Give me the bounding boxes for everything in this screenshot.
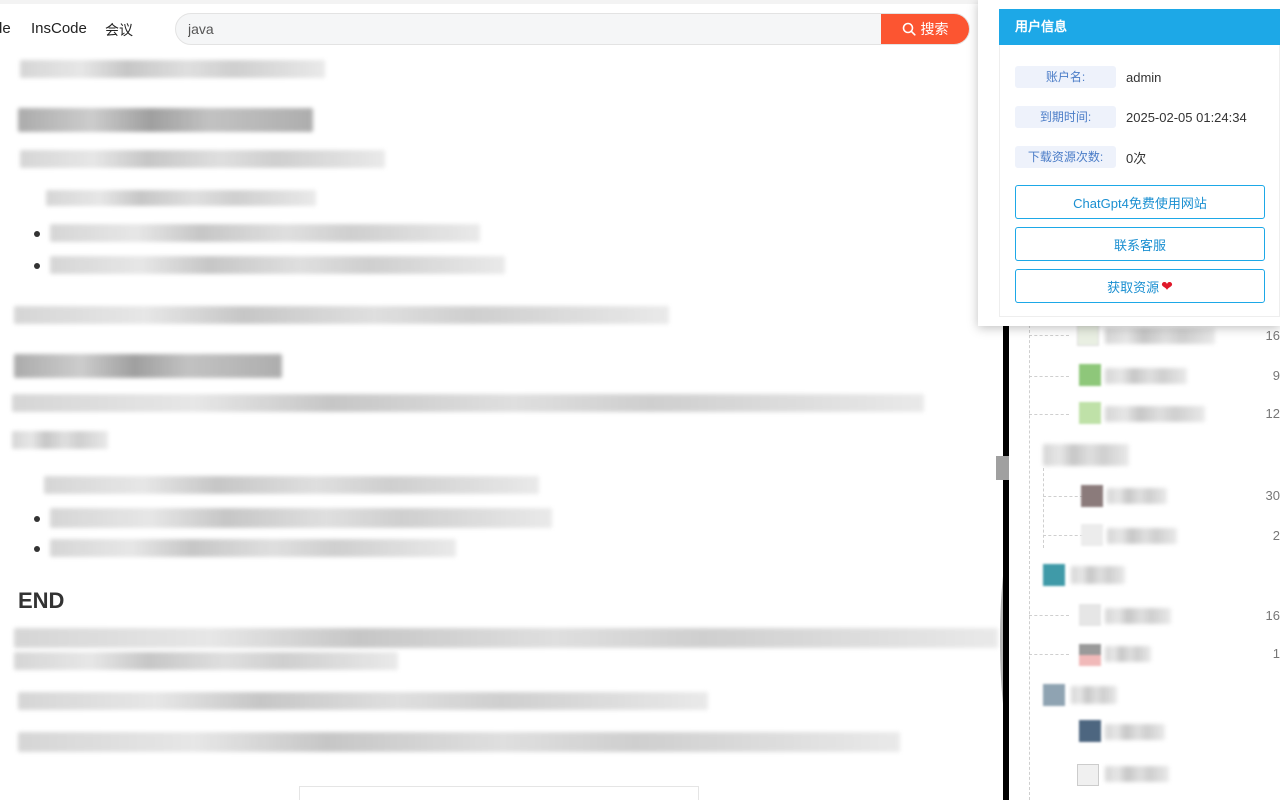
bullet <box>34 231 40 237</box>
item-count: 30 <box>1265 488 1280 503</box>
blurred-text <box>46 190 316 206</box>
blurred-text <box>14 652 398 670</box>
resource-sidebar: 16 9 12 30 2 16 1 <box>1009 320 1280 800</box>
item-count: 2 <box>1272 528 1280 543</box>
blurred-text <box>14 306 669 324</box>
item-thumbnail <box>1081 524 1103 546</box>
get-resource-label: 获取资源 <box>1107 279 1160 295</box>
search-icon <box>902 22 916 36</box>
expiry-label: 到期时间: <box>1015 106 1116 128</box>
search-bar: 搜索 <box>175 13 970 45</box>
info-row-downloads: 下载资源次数: 0次 <box>1015 146 1146 168</box>
search-button-label: 搜索 <box>920 21 949 37</box>
blurred-text <box>14 628 998 648</box>
blurred-text <box>1071 686 1117 704</box>
blurred-text <box>12 394 924 412</box>
collapse-icon[interactable] <box>1077 764 1099 786</box>
blurred-text <box>1105 724 1165 740</box>
nav-link-inscode[interactable]: InsCode <box>31 20 87 37</box>
bullet <box>34 263 40 269</box>
tree-branch <box>1043 535 1083 536</box>
account-label: 账户名: <box>1015 66 1116 88</box>
item-count: 12 <box>1265 406 1280 421</box>
contact-service-button[interactable]: 联系客服 <box>1015 227 1265 261</box>
item-thumbnail <box>1043 564 1065 586</box>
tree-branch <box>1029 335 1069 336</box>
nav-link-cut[interactable]: de <box>0 20 11 37</box>
panel-body: 账户名: admin 到期时间: 2025-02-05 01:24:34 下载资… <box>999 45 1280 317</box>
search-input[interactable] <box>176 14 883 44</box>
info-row-account: 账户名: admin <box>1015 66 1161 88</box>
blurred-text <box>20 60 325 78</box>
item-count: 16 <box>1265 328 1280 343</box>
article-content: END <box>0 56 1000 800</box>
nav-link-meeting[interactable]: 会议 <box>105 20 133 40</box>
blurred-text <box>1105 766 1169 782</box>
item-count: 1 <box>1272 646 1280 661</box>
downloads-label: 下载资源次数: <box>1015 146 1116 168</box>
blurred-text <box>1105 406 1205 422</box>
blurred-text <box>1071 566 1125 584</box>
chatgpt-button[interactable]: ChatGpt4免费使用网站 <box>1015 185 1265 219</box>
item-thumbnail <box>1079 364 1101 386</box>
top-navigation: de InsCode 会议 搜索 <box>0 0 1000 56</box>
item-count: 9 <box>1272 368 1280 383</box>
tree-branch <box>1043 496 1083 497</box>
item-thumbnail <box>1079 644 1101 666</box>
item-thumbnail <box>1081 485 1103 507</box>
tree-branch <box>1029 376 1069 377</box>
blurred-text <box>12 431 108 449</box>
item-thumbnail <box>1079 720 1101 742</box>
blurred-text <box>50 256 505 274</box>
blurred-text <box>1107 488 1167 504</box>
tree-branch <box>1029 654 1069 655</box>
expiry-value: 2025-02-05 01:24:34 <box>1126 109 1247 125</box>
bullet <box>34 516 40 522</box>
blurred-text <box>18 732 900 752</box>
item-thumbnail <box>1077 324 1099 346</box>
comment-card <box>299 786 699 800</box>
blurred-text <box>50 508 552 528</box>
blurred-text <box>1105 646 1151 662</box>
heart-icon: ❤ <box>1161 277 1173 294</box>
tree-branch <box>1029 615 1069 616</box>
blurred-text <box>1105 368 1187 384</box>
get-resource-button[interactable]: 获取资源 ❤ <box>1015 269 1265 303</box>
blurred-heading <box>14 354 282 378</box>
item-thumbnail <box>1079 402 1101 424</box>
info-row-expiry: 到期时间: 2025-02-05 01:24:34 <box>1015 106 1247 128</box>
item-thumbnail <box>1043 684 1065 706</box>
blurred-text <box>44 476 539 494</box>
item-count: 16 <box>1265 608 1280 623</box>
blurred-text <box>1105 608 1171 624</box>
search-button[interactable]: 搜索 <box>881 14 969 44</box>
blurred-text <box>1043 444 1129 466</box>
bullet <box>34 546 40 552</box>
item-thumbnail <box>1079 604 1101 626</box>
tree-line <box>1043 468 1044 548</box>
blurred-text <box>1107 528 1177 544</box>
panel-title: 用户信息 <box>999 9 1280 45</box>
tree-branch <box>1029 414 1069 415</box>
tree-line <box>1029 320 1030 800</box>
blurred-text <box>20 150 385 168</box>
user-info-panel: 用户信息 账户名: admin 到期时间: 2025-02-05 01:24:3… <box>978 0 1280 326</box>
blurred-text <box>50 224 480 242</box>
blurred-text <box>50 539 456 557</box>
end-heading: END <box>18 588 65 613</box>
blurred-text <box>18 692 708 710</box>
blurred-text <box>1105 328 1215 344</box>
blurred-heading <box>18 108 313 132</box>
downloads-value: 0次 <box>1126 150 1147 166</box>
account-value: admin <box>1126 69 1162 85</box>
